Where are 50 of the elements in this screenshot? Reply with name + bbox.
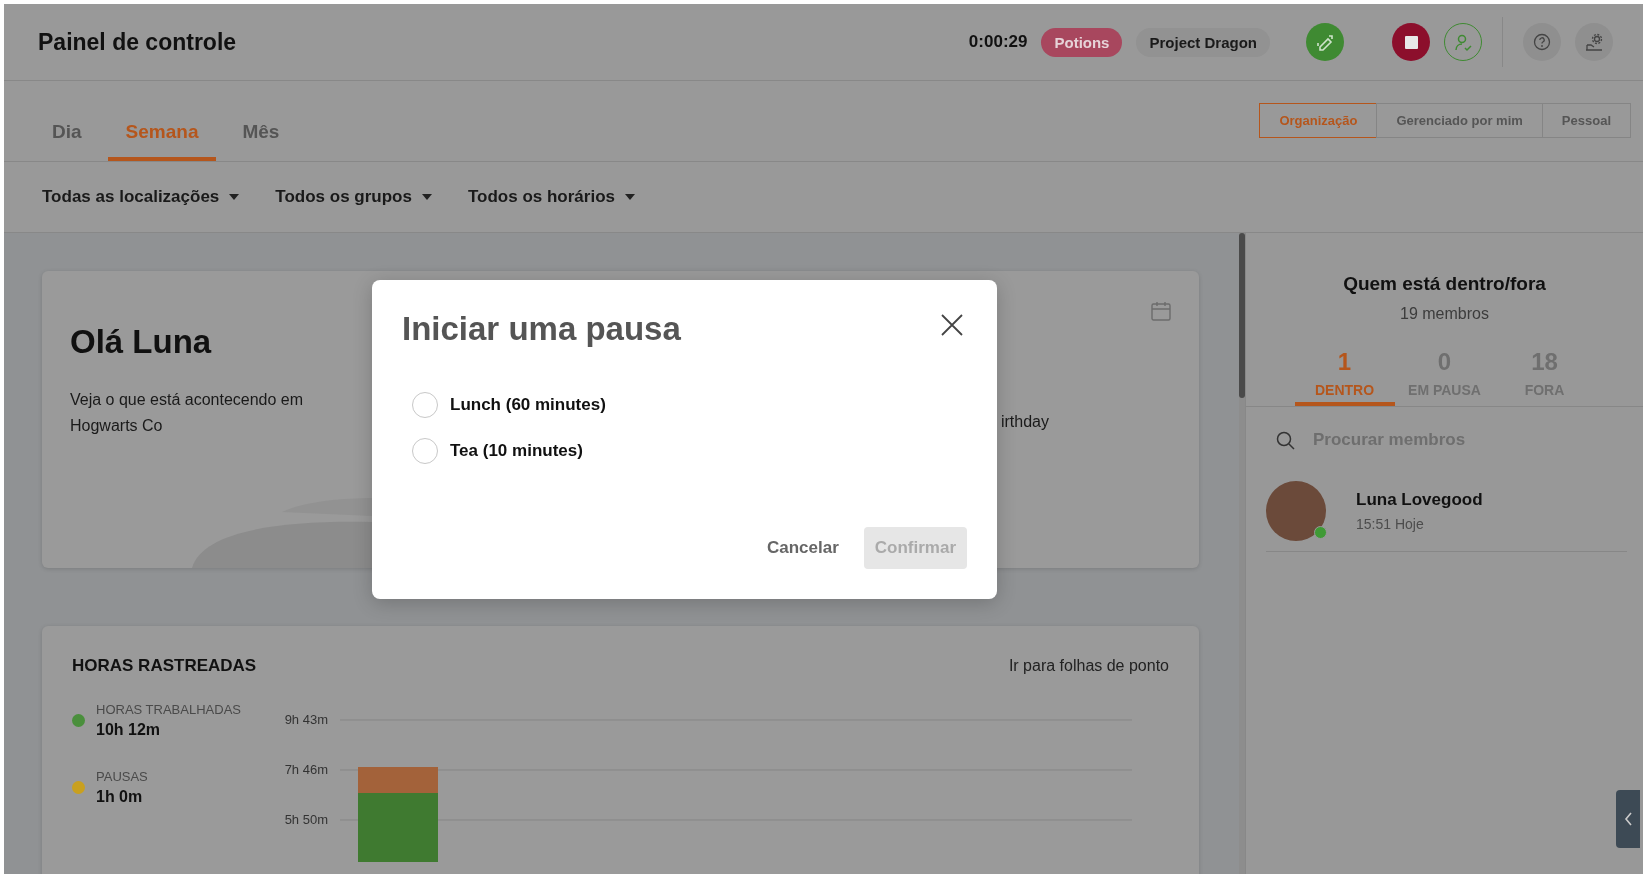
filter-dropdown[interactable]: Todas as localizações (42, 187, 240, 207)
axis-label: 7h 46m (284, 762, 328, 777)
help-icon (1533, 33, 1551, 51)
help-button[interactable] (1523, 23, 1561, 61)
chevron-left-icon (1623, 812, 1633, 826)
panel-title: Quem está dentro/fora (1342, 273, 1547, 295)
timer: 0:00:29 (968, 32, 1028, 52)
person-check-icon (1453, 32, 1473, 52)
switch-button[interactable] (1306, 23, 1344, 61)
event-text: irthday (1000, 413, 1049, 431)
axis-label: 9h 43m (284, 712, 328, 727)
close-icon (941, 314, 963, 336)
filter-dropdown[interactable]: Todos os horários (467, 187, 635, 207)
settings-icon (1585, 33, 1603, 51)
member-name: Luna Lovegood (1356, 490, 1483, 510)
collapse-tab[interactable] (1616, 790, 1640, 848)
project-tag[interactable]: Project Dragon (1136, 27, 1270, 57)
legend-label: PAUSAS (96, 769, 149, 784)
scope-tab[interactable]: Gerenciado por mim (1376, 103, 1543, 138)
caret-icon (421, 194, 432, 200)
member-row[interactable]: Luna Lovegood 15:51 Hoje (1266, 481, 1627, 552)
greeting-title: Olá Luna (70, 323, 212, 361)
page-title: Painel de controle (38, 28, 238, 56)
filter-dropdown[interactable]: Todos os grupos (275, 187, 432, 207)
calendar-icon[interactable] (1151, 301, 1171, 321)
member-count: 19 membros (1399, 305, 1490, 323)
search-icon (1276, 430, 1295, 450)
card-title: HORAS RASTREADAS (72, 656, 257, 676)
scrollbar-thumb[interactable] (1239, 233, 1245, 398)
scope-tab[interactable]: Pessoal (1541, 103, 1631, 138)
timesheets-link[interactable]: Ir para folhas de ponto (1008, 657, 1169, 675)
view-tab[interactable]: Dia (34, 121, 100, 161)
stop-icon (1404, 35, 1418, 49)
settings-button[interactable] (1575, 23, 1613, 61)
cancel-button[interactable]: Cancelar (755, 527, 850, 569)
legend-value: 10h 12m (96, 721, 162, 739)
radio-option[interactable]: Lunch (60 minutes) (412, 392, 967, 418)
legend-value: 1h 0m (96, 788, 144, 806)
greeting-text: Veja o que está acontecendo em Hogwarts Co (70, 390, 305, 436)
legend-label: HORAS TRABALHADAS (96, 702, 242, 717)
stop-button[interactable] (1392, 23, 1430, 61)
caret-icon (625, 194, 635, 200)
caret-icon (229, 194, 240, 200)
swap-icon (1316, 33, 1334, 51)
dialog-title: Iniciar uma pausa (402, 310, 681, 348)
axis-label: 5h 50m (284, 812, 328, 827)
member-time: 15:51 Hoje (1356, 516, 1425, 532)
radio-option[interactable]: Tea (10 minutes) (412, 438, 967, 464)
activity-tag[interactable]: Potions (1041, 27, 1123, 57)
view-tab[interactable]: Mês (224, 121, 298, 161)
